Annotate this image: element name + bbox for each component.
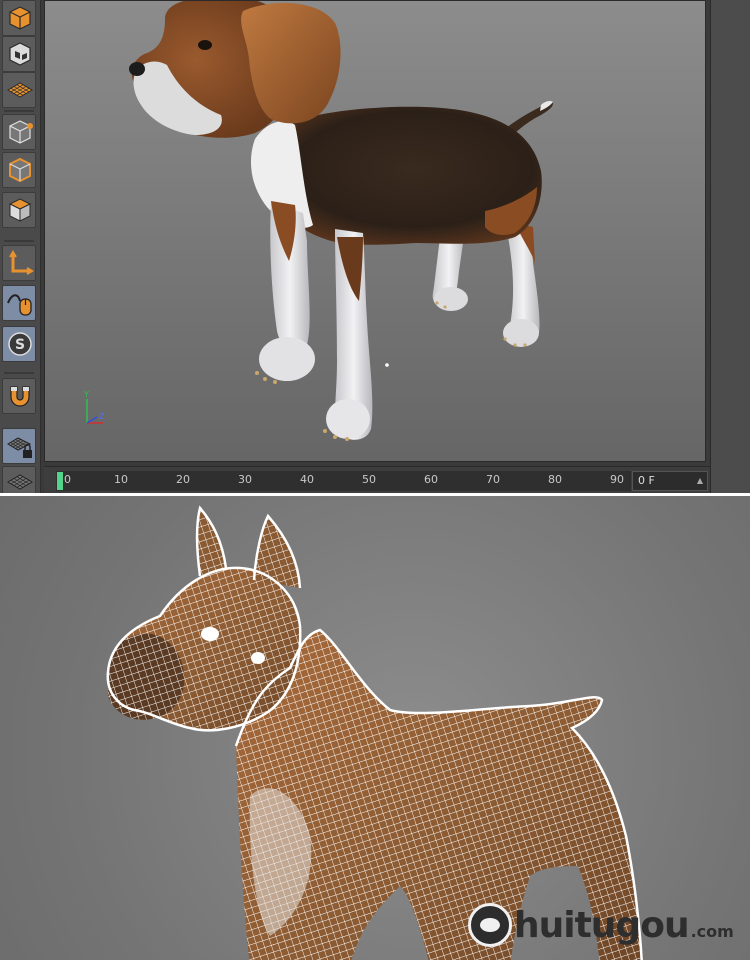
timeline-tick: 10 bbox=[114, 473, 128, 486]
axis-y-label: Y bbox=[83, 390, 89, 399]
tool-grid-plane[interactable] bbox=[2, 72, 36, 108]
axis-mode-icon bbox=[9, 250, 34, 275]
edges-mode-icon bbox=[9, 157, 31, 183]
timeline-track[interactable] bbox=[56, 471, 631, 491]
watermark-domain: .com bbox=[690, 921, 734, 941]
grid-plane-icon bbox=[7, 82, 33, 98]
bear-logo-icon bbox=[468, 903, 512, 947]
current-frame-field[interactable]: 0 F ▲▼ bbox=[632, 471, 708, 491]
huitugou-watermark: huitugou .com bbox=[468, 898, 734, 952]
tweak-mode-icon bbox=[7, 294, 32, 316]
tool-points-mode[interactable] bbox=[2, 114, 36, 150]
watermark-text: huitugou .com bbox=[514, 905, 734, 946]
tool-grid[interactable] bbox=[2, 466, 36, 493]
cube-object-icon bbox=[9, 6, 31, 30]
timeline-tick: 60 bbox=[424, 473, 438, 486]
watermark-brand: huitugou bbox=[514, 904, 690, 946]
tool-axis-mode[interactable] bbox=[2, 245, 36, 281]
timeline-tick: 0 bbox=[64, 473, 71, 486]
axis-z-label: Z bbox=[99, 412, 105, 421]
grid-icon bbox=[7, 474, 33, 490]
tool-snap[interactable]: S bbox=[2, 326, 36, 362]
playhead[interactable] bbox=[57, 472, 63, 490]
tool-polygons-mode[interactable] bbox=[2, 192, 36, 228]
3d-viewport[interactable]: Y Z bbox=[44, 0, 706, 462]
world-axis-gizmo: Y Z bbox=[83, 390, 105, 424]
wireframe-render: huitugou .com bbox=[0, 496, 750, 960]
tool-cube-object[interactable] bbox=[2, 0, 36, 36]
snap-s-icon: S bbox=[8, 332, 32, 356]
timeline-tick: 90 bbox=[610, 473, 624, 486]
tool-magnet[interactable] bbox=[2, 378, 36, 414]
timeline-tick: 40 bbox=[300, 473, 314, 486]
beagle-dog-model bbox=[129, 1, 553, 441]
timeline-tick: 30 bbox=[238, 473, 252, 486]
checker-cube-icon bbox=[9, 42, 31, 66]
snap-letter: S bbox=[15, 337, 25, 353]
polygons-mode-icon bbox=[8, 198, 32, 222]
points-mode-icon bbox=[9, 120, 33, 144]
right-panel bbox=[710, 0, 750, 493]
timeline-tick: 50 bbox=[362, 473, 376, 486]
timeline-tick: 80 bbox=[548, 473, 562, 486]
tool-checker-cube[interactable] bbox=[2, 36, 36, 72]
timeline-tick: 70 bbox=[486, 473, 500, 486]
left-toolbar: S bbox=[0, 0, 41, 493]
magnet-icon bbox=[10, 386, 30, 407]
tool-locked-grid[interactable] bbox=[2, 428, 36, 464]
timeline-tick: 20 bbox=[176, 473, 190, 486]
frame-stepper-icon[interactable]: ▲▼ bbox=[697, 472, 703, 493]
timeline[interactable]: 0 10 20 30 40 50 60 70 80 90 0 F ▲▼ bbox=[44, 466, 710, 493]
locked-grid-icon bbox=[7, 437, 32, 458]
tool-edges-mode[interactable] bbox=[2, 152, 36, 188]
current-frame-value: 0 F bbox=[638, 474, 655, 487]
boxer-dog-wireframe bbox=[106, 505, 643, 960]
cinema4d-window: S Y Z 0 10 20 30 40 50 60 70 80 90 0 F ▲ bbox=[0, 0, 750, 493]
tool-tweak-mode[interactable] bbox=[2, 285, 36, 321]
